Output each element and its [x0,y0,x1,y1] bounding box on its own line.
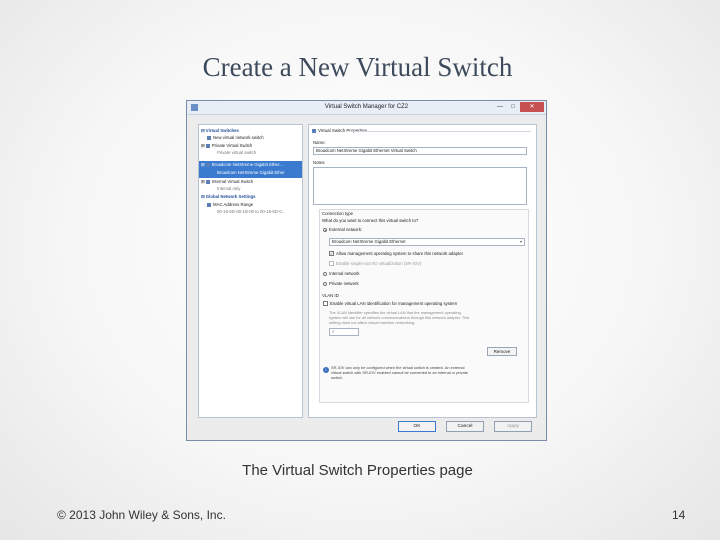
adapter-select[interactable]: Broadcom NetXtreme Gigabit Ethernet [329,238,525,246]
properties-panel: Virtual Switch Properties Name: Broadcom… [308,124,537,418]
window-title: Virtual Switch Manager for CZ2 [324,104,409,110]
tree-item-new-switch[interactable]: New virtual network switch [207,135,264,140]
copyright: © 2013 John Wiley & Sons, Inc. [57,508,226,522]
switch-icon [205,162,210,167]
cancel-button[interactable]: Cancel [446,421,484,432]
header-divider [349,131,531,132]
tree-section-global-settings[interactable]: ⊟ Global Network Settings [201,194,255,200]
private-network-radio[interactable] [323,282,327,286]
apply-button[interactable]: Apply [494,421,532,432]
allow-management-checkbox[interactable]: ✓ [329,251,334,256]
info-icon: i [323,367,329,373]
remove-button[interactable]: Remove [487,347,517,356]
slide-caption: The Virtual Switch Properties page [242,462,473,479]
name-label: Name: [313,140,326,145]
connection-type-label: Connection type [322,211,354,216]
vlan-id-field[interactable]: 2 [329,328,359,336]
ok-button[interactable]: OK [398,421,436,432]
name-field[interactable]: Broadcom NetXtreme Gigabit Ethernet Virt… [313,147,527,155]
close-button[interactable]: ✕ [520,102,544,112]
switch-icon [205,143,210,148]
tree-item-internal-switch[interactable]: ⊞ Internal Virtual Switch [201,179,253,185]
switch-icon [312,128,316,133]
sriov-note-line-2: virtual switch with SR-IOV enabled canno… [331,370,468,375]
sriov-note-line-3: switch. [331,375,343,380]
tree-section-virtual-switches[interactable]: ⊟ Virtual Switches [201,128,239,134]
minimize-button[interactable]: — [494,102,506,112]
tree-item-internal-switch-sub: Internal only [217,186,241,191]
switch-tree: ⊟ Virtual Switches New virtual network s… [198,124,303,418]
tree-item-private-switch[interactable]: ⊞ Private Virtual Switch [201,143,252,149]
virtual-switch-manager-window: Virtual Switch Manager for CZ2 — □ ✕ ⊟ V… [186,100,547,441]
page-number: 14 [672,508,686,522]
maximize-button[interactable]: □ [507,102,519,112]
tree-item-private-switch-sub: Private virtual switch [217,150,257,155]
switch-icon [205,179,210,184]
private-network-label: Private network [329,281,359,286]
tree-item-broadcom-switch-sub: Broadcom NetXtreme Gigabit Ether [217,170,285,175]
adapter-select-value: Broadcom NetXtreme Gigabit Ethernet [332,239,406,244]
internal-network-label: Internal network [329,271,360,276]
tree-item-mac-range[interactable]: MAC Address Range [207,202,253,207]
notes-label: Notes: [313,160,326,165]
enable-vlan-checkbox[interactable] [323,301,328,306]
vlan-description-line-3: setting does not affect virtual machine … [329,320,416,325]
allow-management-label: Allow management operating system to sha… [336,251,464,256]
mac-range-icon [207,202,211,207]
tree-item-broadcom-switch[interactable]: ⊞ Broadcom NetXtreme Gigabit Ether... [201,162,283,168]
enable-vlan-label: Enable virtual LAN identification for ma… [330,301,458,306]
switch-icon [207,135,211,140]
tree-item-mac-range-sub: 00-15-5D-00-1B-00 to 00-15-5D-0... [217,209,286,214]
connection-question: What do you want to connect this virtual… [322,218,419,223]
external-network-radio[interactable] [323,228,327,232]
slide-title: Create a New Virtual Switch [202,52,513,82]
notes-field[interactable] [313,167,527,205]
window-titlebar: Virtual Switch Manager for CZ2 — □ ✕ [187,101,546,115]
enable-sriov-label: Enable single-root I/O virtualization (S… [336,261,422,266]
enable-sriov-checkbox[interactable] [329,261,334,266]
internal-network-radio[interactable] [323,272,327,276]
external-network-label: External network: [329,227,363,232]
vlan-id-label: VLAN ID [322,293,339,298]
chevron-down-icon: ▾ [519,239,522,244]
